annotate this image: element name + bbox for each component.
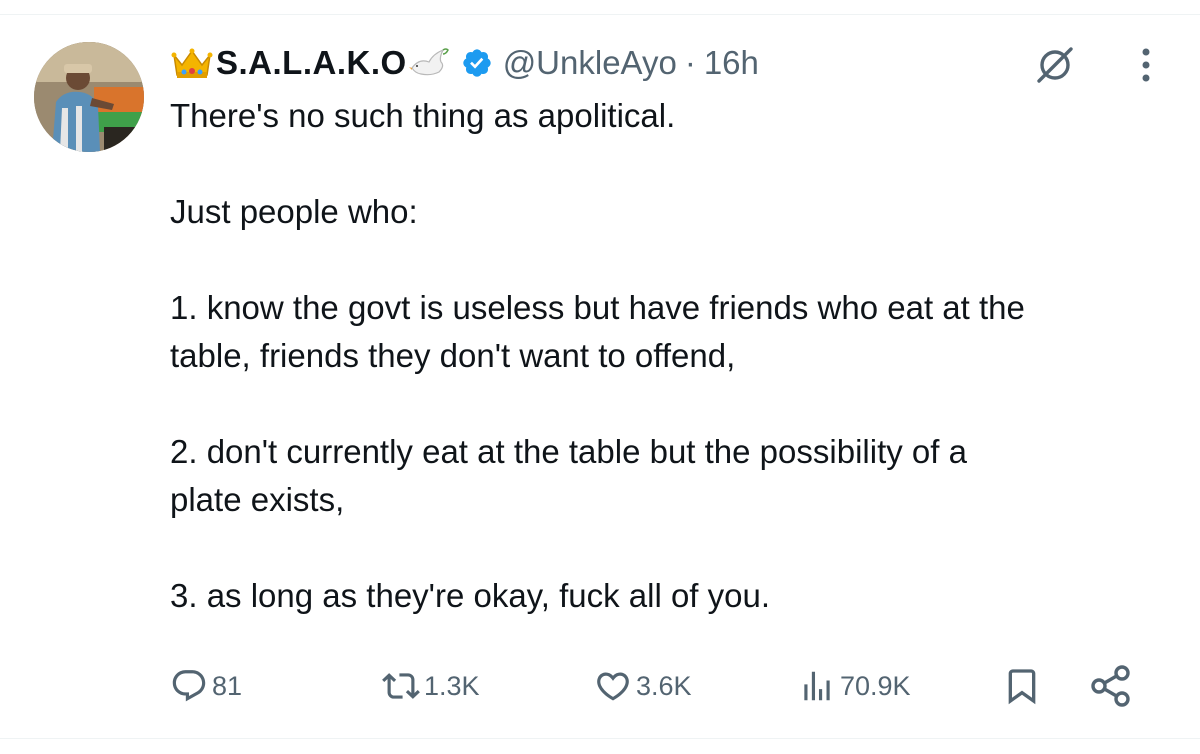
more-vertical-icon [1142, 48, 1150, 82]
tweet-header: S.A.L.A.K.O @UnkleAyo · 16h [170, 42, 759, 84]
share-icon [1091, 665, 1130, 707]
tweet-blank-line [170, 380, 1170, 428]
tweet-line: 1. know the govt is useless but have fri… [170, 289, 1025, 326]
tweet-text: There's no such thing as apolitical. Jus… [170, 92, 1170, 620]
display-name[interactable]: S.A.L.A.K.O [216, 44, 407, 82]
reply-button[interactable]: 81 [170, 662, 242, 710]
action-bar: 81 1.3K 3.6K 70.9K [170, 662, 1155, 710]
tweet-line: plate exists, [170, 481, 345, 518]
repost-count: 1.3K [424, 670, 480, 701]
bottom-divider [0, 738, 1200, 739]
more-options-button[interactable] [1128, 42, 1164, 88]
grok-button[interactable] [1032, 42, 1078, 88]
tweet-blank-line [170, 524, 1170, 572]
grok-icon [1037, 47, 1073, 83]
reply-icon [172, 670, 206, 702]
views-button[interactable]: 70.9K [798, 662, 911, 710]
heart-icon [597, 672, 629, 701]
reply-count: 81 [212, 670, 243, 701]
tweet-line: There's no such thing as apolitical. [170, 97, 676, 134]
dove-icon [408, 48, 449, 76]
views-icon [804, 671, 830, 701]
like-button[interactable]: 3.6K [594, 662, 692, 710]
tweet-line: 3. as long as they're okay, fuck all of … [170, 577, 771, 614]
top-divider [0, 14, 1200, 15]
like-count: 3.6K [636, 670, 692, 701]
repost-button[interactable]: 1.3K [382, 662, 480, 710]
timestamp[interactable]: 16h [704, 44, 759, 82]
author-handle[interactable]: @UnkleAyo [503, 44, 677, 82]
repost-icon [382, 673, 420, 699]
verified-badge-icon [463, 49, 491, 77]
avatar[interactable] [34, 42, 144, 152]
separator-dot: · [684, 44, 696, 81]
tweet-line: table, friends they don't want to offend… [170, 337, 736, 374]
views-count: 70.9K [840, 670, 911, 701]
tweet-line: Just people who: [170, 193, 418, 230]
share-button[interactable] [1090, 662, 1134, 710]
tweet-blank-line [170, 236, 1170, 284]
bookmark-icon [1008, 669, 1036, 705]
bookmark-button[interactable] [1002, 662, 1042, 710]
tweet-blank-line [170, 140, 1170, 188]
crown-icon [171, 48, 213, 78]
tweet-line: 2. don't currently eat at the table but … [170, 433, 967, 470]
